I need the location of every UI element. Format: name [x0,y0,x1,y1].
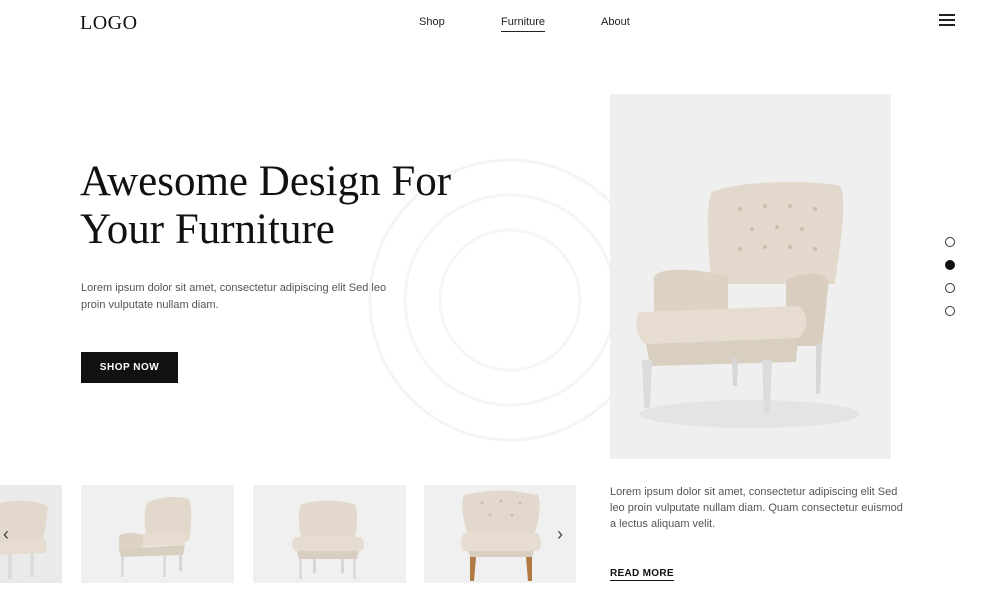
nav-link-furniture[interactable]: Furniture [501,15,546,32]
hero-armchair-image [610,94,891,459]
slider-dot-1[interactable] [945,237,955,247]
thumbnail-armchair-4[interactable] [424,485,576,583]
nav-link-about[interactable]: About [601,15,630,29]
page: LOGO Shop Furniture About Awesome Design… [0,0,1000,594]
chevron-right-icon[interactable]: › [557,525,563,543]
slider-dot-2[interactable] [945,260,955,270]
secondary-description: Lorem ipsum dolor sit amet, consectetur … [610,486,903,530]
hero-title-line-2: Your Furniture [80,206,335,253]
hero-description: Lorem ipsum dolor sit amet, consectetur … [81,282,387,311]
thumbnail-armchair-1[interactable] [0,485,62,583]
hero-title: Awesome Design For Your Furniture [80,158,520,254]
shop-now-button[interactable]: SHOP NOW [81,352,178,383]
read-more-link[interactable]: READ MORE [610,568,674,581]
hamburger-icon[interactable] [939,14,955,26]
thumbnail-armchair-3[interactable] [253,485,406,583]
hero-title-line-1: Awesome Design For [80,158,452,205]
thumbnail-armchair-2[interactable] [81,485,234,583]
nav-link-shop[interactable]: Shop [419,15,445,29]
slider-dot-3[interactable] [945,283,955,293]
logo[interactable]: LOGO [80,12,138,35]
chevron-left-icon[interactable]: ‹ [3,525,9,543]
slider-dot-4[interactable] [945,306,955,316]
